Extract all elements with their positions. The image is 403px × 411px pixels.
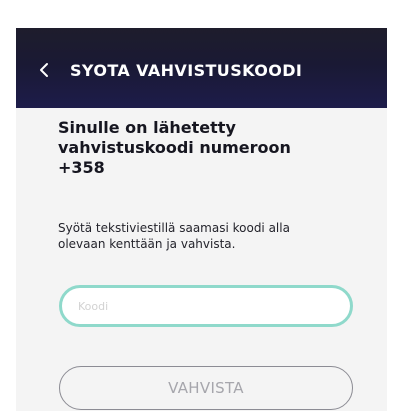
page-title: SYOTA VAHVISTUSKOODI — [70, 60, 303, 80]
instructions-text: Syötä tekstiviestillä saamasi koodi alla… — [58, 220, 358, 252]
app-header: SYOTA VAHVISTUSKOODI — [16, 28, 387, 108]
confirm-button[interactable]: VAHVISTA — [59, 366, 353, 410]
heading-line-2: vahvistuskoodi numeroon — [58, 138, 291, 157]
phone-number: +358 — [58, 158, 105, 177]
verification-code-input[interactable] — [59, 285, 353, 327]
instruction-line-1: Syötä tekstiviestillä saamasi koodi alla — [58, 221, 290, 235]
instruction-line-2: olevaan kenttään ja vahvista. — [58, 237, 236, 251]
verification-content: Sinulle on lähetetty vahvistuskoodi nume… — [16, 108, 387, 411]
sent-code-heading: Sinulle on lähetetty vahvistuskoodi nume… — [58, 118, 358, 178]
chevron-left-icon[interactable] — [24, 50, 64, 90]
status-bar — [0, 0, 403, 28]
heading-line-1: Sinulle on lähetetty — [58, 118, 236, 137]
